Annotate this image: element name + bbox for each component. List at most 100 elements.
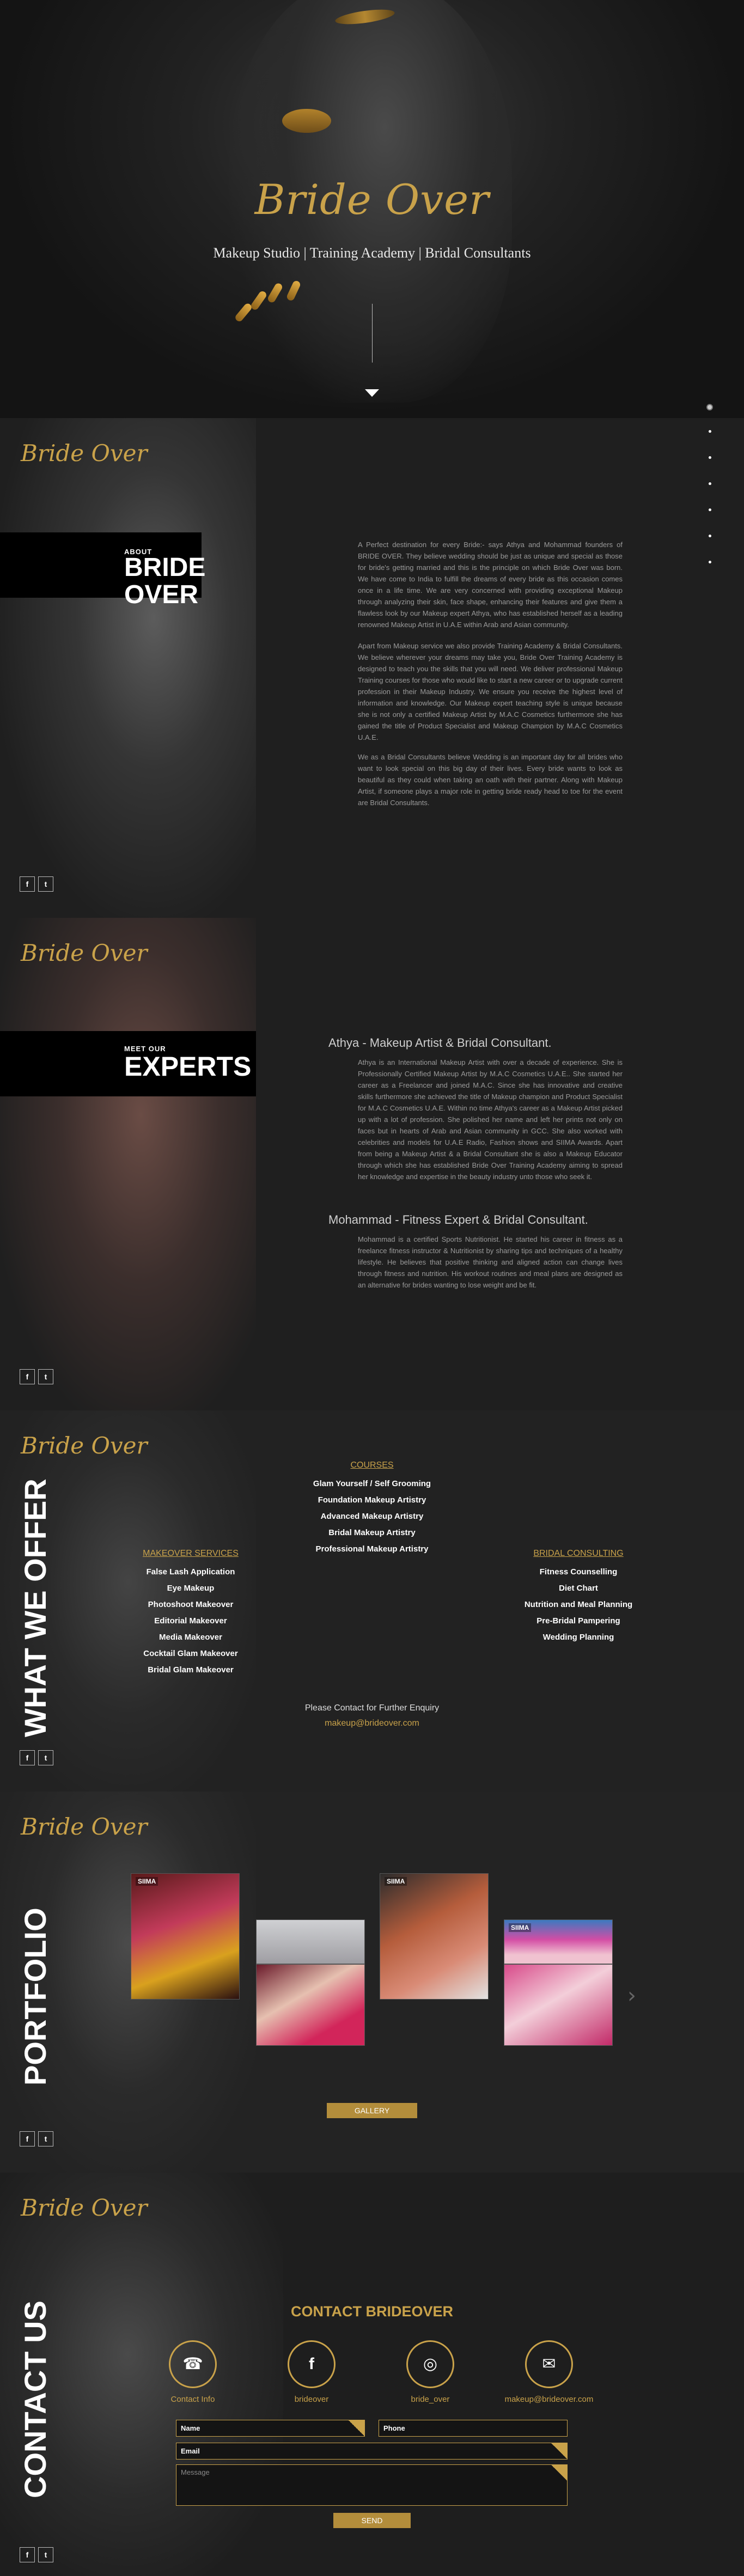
experts-title-box: MEET OUR EXPERTS: [0, 1031, 256, 1096]
name-input-corner: [349, 2420, 365, 2437]
brand-logo[interactable]: Bride Over: [21, 440, 148, 467]
portfolio-next-arrow-icon[interactable]: ›: [627, 1983, 636, 2008]
dot-nav-item[interactable]: [708, 561, 711, 563]
about-big-title-1: BRIDE: [124, 553, 206, 582]
photo-label: SIIMA: [136, 1877, 158, 1886]
brand-logo[interactable]: Bride Over: [21, 1813, 148, 1840]
message-textarea-corner: [551, 2465, 568, 2481]
experts-portrait-image: [0, 918, 256, 1410]
expert-athya-text: Athya is an International Makeup Artist …: [358, 1058, 623, 1181]
course-item: Glam Yourself / Self Grooming: [313, 1479, 431, 1488]
bridal-consulting-heading: BRIDAL CONSULTING: [533, 1549, 624, 1558]
hero-gold-nails: [234, 279, 310, 335]
phone-input[interactable]: [379, 2420, 568, 2437]
instagram-label[interactable]: bride_over: [370, 2395, 490, 2404]
photo-label: SIIMA: [509, 1923, 532, 1932]
course-item: Bridal Makeup Artistry: [328, 1528, 416, 1537]
brand-logo[interactable]: Bride Over: [21, 940, 148, 966]
about-portrait-image: [0, 418, 256, 918]
portfolio-vertical-title: PORTFOLIO: [18, 1908, 52, 2086]
twitter-icon[interactable]: t: [38, 2547, 53, 2562]
portfolio-photo[interactable]: [256, 1964, 365, 2046]
photo-label: SIIMA: [385, 1877, 407, 1886]
hero-divider-line: [372, 304, 373, 363]
course-item: Advanced Makeup Artistry: [320, 1512, 424, 1521]
experts-section: Bride Over MEET OUR EXPERTS Athya - Make…: [0, 918, 744, 1410]
bridal-item: Fitness Counselling: [539, 1567, 618, 1577]
about-paragraph-3: We as a Bridal Consultants believe Weddi…: [358, 753, 623, 807]
brand-logo[interactable]: Bride Over: [21, 2194, 148, 2221]
bridal-consulting-column: BRIDAL CONSULTING Fitness Counselling Di…: [502, 1549, 655, 1646]
dot-nav-item[interactable]: [708, 456, 711, 459]
about-title-box-2: OVER: [0, 581, 202, 614]
contact-section: Bride Over CONTACT US CONTACT BRIDEOVER …: [0, 2173, 744, 2576]
twitter-icon[interactable]: t: [38, 2131, 53, 2146]
about-big-title-2: OVER: [124, 580, 199, 609]
name-input[interactable]: [176, 2420, 365, 2437]
social-links: f t: [20, 876, 53, 892]
expert-mohammad-heading: Mohammad - Fitness Expert & Bridal Consu…: [328, 1213, 588, 1226]
about-paragraph-2: Apart from Makeup service we also provid…: [358, 642, 623, 741]
course-item: Professional Makeup Artistry: [315, 1544, 429, 1554]
experts-big-title: EXPERTS: [124, 1051, 252, 1082]
makeover-item: Eye Makeup: [167, 1584, 215, 1593]
contact-info-label[interactable]: Contact Info: [133, 2395, 253, 2404]
dot-nav-home[interactable]: [706, 404, 713, 410]
dot-nav-item[interactable]: [708, 430, 711, 433]
portfolio-photo[interactable]: [504, 1964, 613, 2046]
bridal-item: Wedding Planning: [542, 1633, 614, 1642]
twitter-icon[interactable]: t: [38, 876, 53, 892]
about-section: Bride Over ABOUT BRIDE OVER A Perfect de…: [0, 418, 744, 918]
contact-vertical-title: CONTACT US: [18, 2301, 52, 2498]
send-button[interactable]: SEND: [333, 2513, 411, 2528]
message-textarea[interactable]: [176, 2464, 568, 2506]
section-dot-nav: [706, 404, 713, 587]
makeover-item: Editorial Makeover: [154, 1616, 227, 1626]
facebook-icon[interactable]: f: [20, 1369, 35, 1384]
makeover-column: MAKEOVER SERVICES False Lash Application…: [120, 1549, 261, 1678]
hero-tagline: Makeup Studio | Training Academy | Brida…: [213, 245, 531, 261]
facebook-icon[interactable]: f: [20, 1750, 35, 1765]
about-paragraph-1: A Perfect destination for every Bride:- …: [358, 541, 623, 629]
twitter-icon[interactable]: t: [38, 1369, 53, 1384]
portfolio-photo[interactable]: SIIMA: [504, 1919, 613, 1964]
email-icon[interactable]: ✉: [525, 2340, 573, 2388]
email-label[interactable]: makeup@brideover.com: [489, 2395, 609, 2404]
portfolio-photo[interactable]: SIIMA: [380, 1873, 489, 2000]
twitter-icon[interactable]: t: [38, 1750, 53, 1765]
facebook-icon[interactable]: f: [288, 2340, 336, 2388]
bridal-item: Nutrition and Meal Planning: [524, 1600, 633, 1609]
facebook-label[interactable]: brideover: [252, 2395, 371, 2404]
hero-section: Bride Over Makeup Studio | Training Acad…: [0, 0, 744, 418]
contact-heading: CONTACT BRIDEOVER: [290, 2303, 453, 2320]
brand-logo[interactable]: Bride Over: [21, 1432, 148, 1459]
services-email-link[interactable]: makeup@brideover.com: [0, 1719, 744, 1728]
makeover-item: False Lash Application: [146, 1567, 235, 1577]
facebook-icon[interactable]: f: [20, 2131, 35, 2146]
email-input-corner: [551, 2443, 568, 2460]
bridal-item: Pre-Bridal Pampering: [536, 1616, 620, 1626]
portfolio-photo[interactable]: SIIMA: [131, 1873, 240, 2000]
dot-nav-item[interactable]: [708, 535, 711, 537]
portfolio-photo[interactable]: [256, 1919, 365, 1964]
services-contact-line: Please Contact for Further Enquiry: [304, 1703, 440, 1713]
hero-gold-lips: [282, 109, 331, 133]
makeover-item: Bridal Glam Makeover: [148, 1665, 234, 1675]
email-input[interactable]: [176, 2443, 568, 2460]
dot-nav-item[interactable]: [708, 508, 711, 511]
expert-athya-heading: Athya - Makeup Artist & Bridal Consultan…: [328, 1036, 552, 1050]
phone-icon[interactable]: ☎: [169, 2340, 217, 2388]
social-links: f t: [20, 2131, 53, 2146]
dot-nav-item[interactable]: [708, 482, 711, 485]
courses-heading: COURSES: [350, 1461, 394, 1470]
facebook-icon[interactable]: f: [20, 876, 35, 892]
makeover-item: Cocktail Glam Makeover: [143, 1649, 238, 1658]
hero-logo: Bride Over: [254, 175, 490, 224]
makeover-item: Media Makeover: [159, 1633, 222, 1642]
gallery-button[interactable]: GALLERY: [327, 2103, 417, 2118]
services-section: Bride Over WHAT WE OFFER COURSES Glam Yo…: [0, 1410, 744, 1792]
makeover-heading: MAKEOVER SERVICES: [143, 1549, 239, 1558]
facebook-icon[interactable]: f: [20, 2547, 35, 2562]
scroll-down-arrow-icon[interactable]: [365, 389, 379, 397]
instagram-icon[interactable]: ◎: [406, 2340, 454, 2388]
